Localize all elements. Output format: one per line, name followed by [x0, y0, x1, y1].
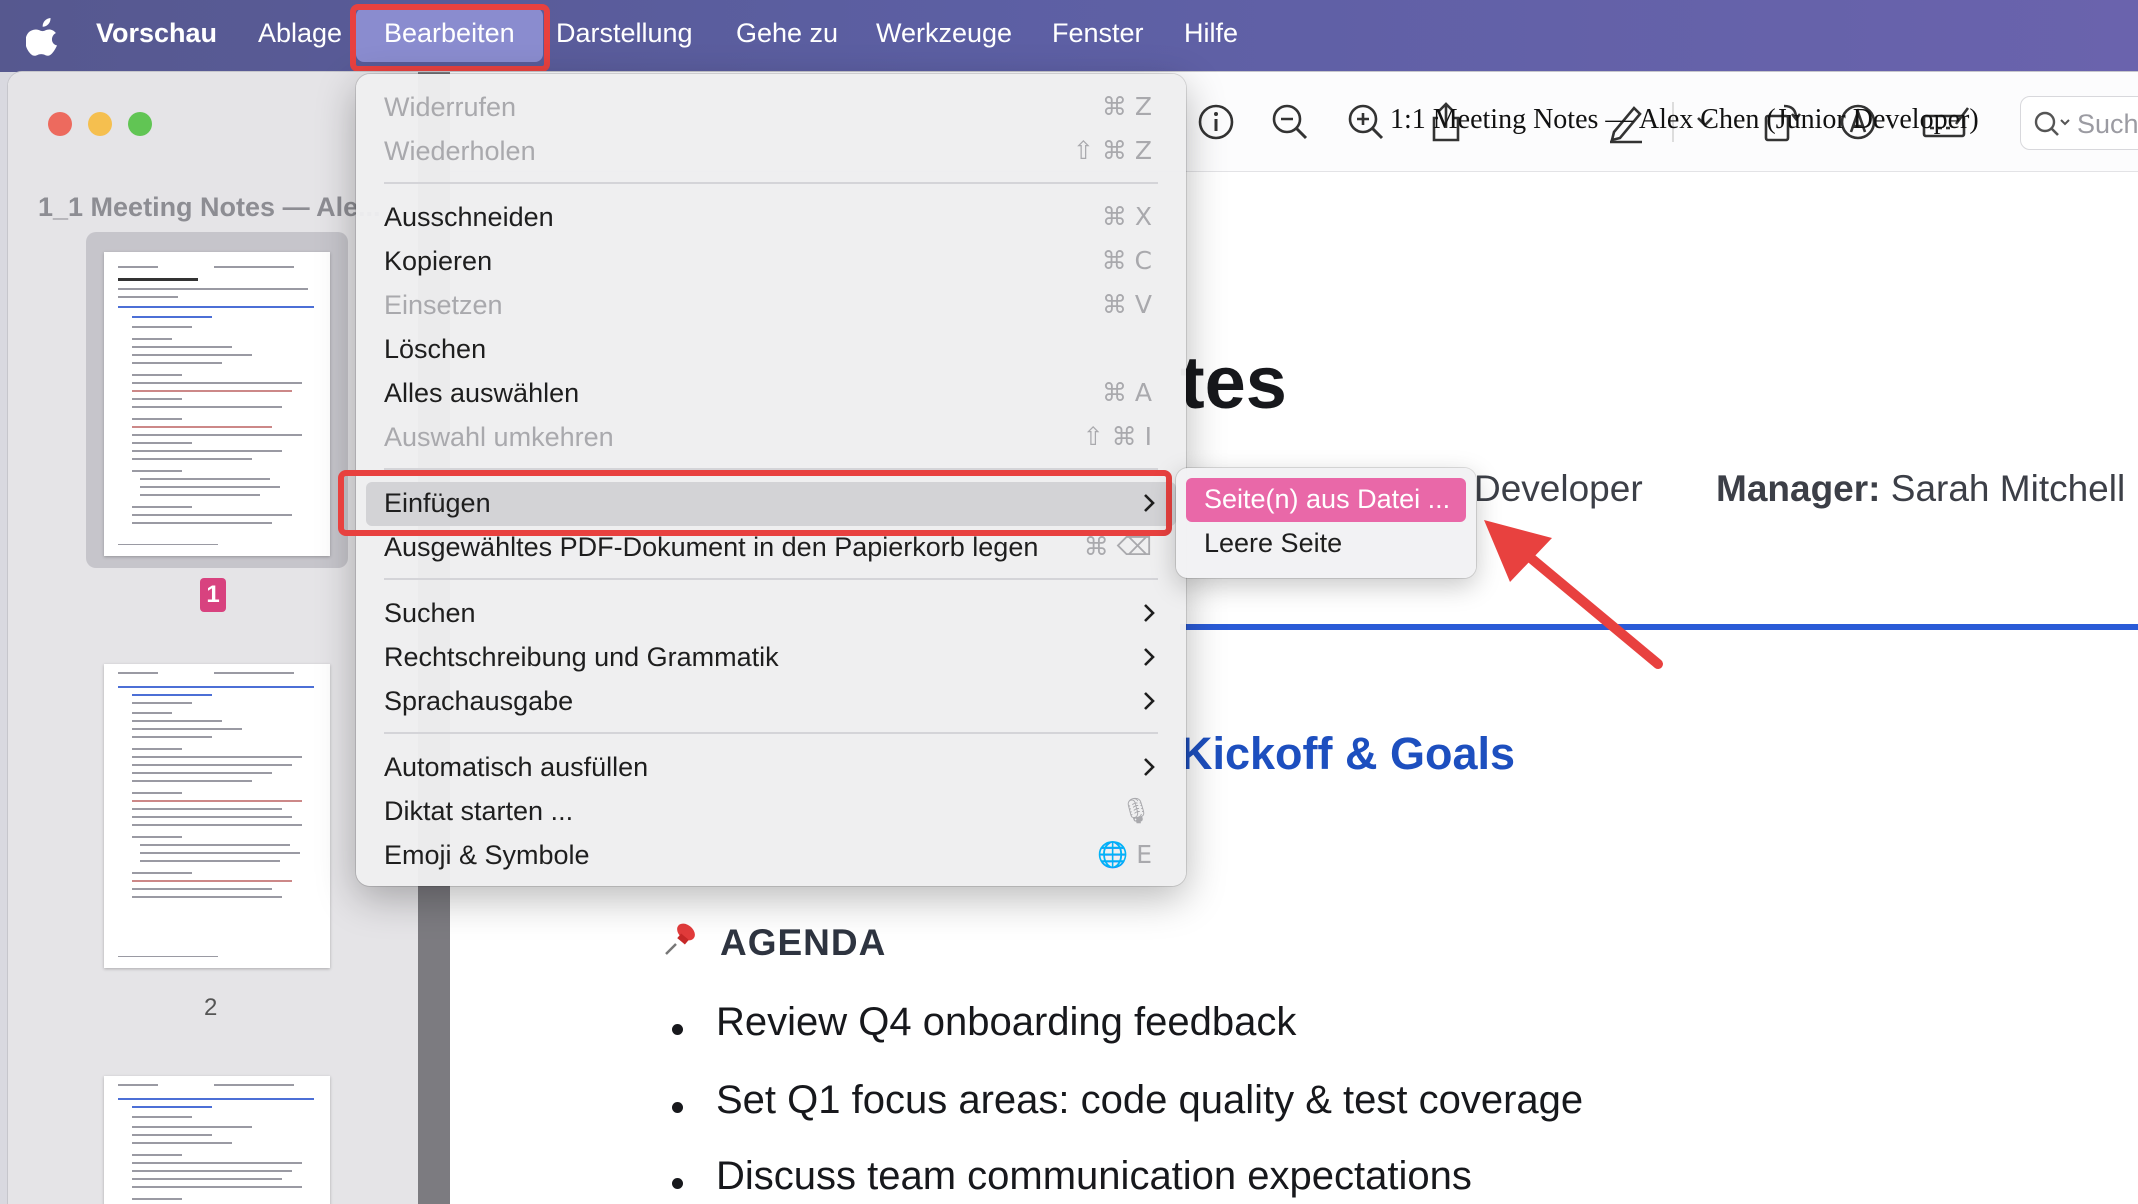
agenda-item: Discuss team communication expectations [716, 1154, 1472, 1198]
role-value: Developer [1474, 468, 1643, 509]
menu-app-name[interactable]: Vorschau [96, 0, 217, 72]
zoom-window-button[interactable] [128, 112, 152, 136]
menu-item-rechtschreibung[interactable]: Rechtschreibung und Grammatik [356, 636, 1186, 680]
menu-item-pdf-papierkorb[interactable]: Ausgewähltes PDF-Dokument in den Papierk… [356, 526, 1186, 570]
menu-item-emoji-symbole[interactable]: Emoji & Symbole 🌐 E [356, 834, 1186, 878]
menu-item-wiederholen[interactable]: Wiederholen ⇧ ⌘ Z [356, 130, 1186, 174]
menu-item-auswahl-umkehren[interactable]: Auswahl umkehren ⇧ ⌘ I [356, 416, 1186, 460]
chevron-right-icon [1144, 648, 1155, 666]
minimize-window-button[interactable] [88, 112, 112, 136]
bullet-dot [672, 1024, 683, 1035]
menu-separator [384, 182, 1158, 184]
search-field[interactable]: Suche [2020, 96, 2138, 150]
submenu-item-leere-seite[interactable]: Leere Seite [1204, 528, 1342, 559]
menu-ablage[interactable]: Ablage [258, 0, 342, 72]
zoom-in-icon[interactable] [1344, 100, 1388, 144]
info-icon[interactable] [1194, 100, 1238, 144]
menu-werkzeuge[interactable]: Werkzeuge [876, 0, 1012, 72]
document-title: tes [1180, 341, 1287, 424]
apple-logo-icon[interactable] [26, 16, 62, 56]
menu-item-diktat-starten[interactable]: Diktat starten ... 🎙 [356, 790, 1186, 834]
menu-bearbeiten[interactable]: Bearbeiten [356, 8, 543, 62]
menu-bar: Vorschau Ablage Bearbeiten Darstellung G… [0, 0, 2138, 72]
menu-fenster[interactable]: Fenster [1052, 0, 1144, 72]
manager-line: Manager: Sarah Mitchell [1716, 468, 2125, 510]
menu-gehe-zu[interactable]: Gehe zu [736, 0, 838, 72]
manager-label: Manager: [1716, 468, 1881, 509]
menu-item-automatisch-ausfuellen[interactable]: Automatisch ausfüllen [356, 746, 1186, 790]
menu-separator [384, 468, 1158, 470]
insert-submenu: Seite(n) aus Datei ... Leere Seite [1176, 468, 1476, 578]
menu-item-alles-auswaehlen[interactable]: Alles auswählen ⌘ A [356, 372, 1186, 416]
pushpin-icon [665, 923, 695, 955]
page-thumbnail-3[interactable] [104, 1076, 330, 1204]
menu-hilfe[interactable]: Hilfe [1184, 0, 1238, 72]
document-header: 1:1 Meeting Notes — Alex Chen (Junior De… [1390, 104, 1979, 135]
submenu-item-seiten-aus-datei[interactable]: Seite(n) aus Datei ... [1204, 484, 1450, 515]
menu-item-widerrufen[interactable]: Widerrufen ⌘ Z [356, 86, 1186, 130]
zoom-out-icon[interactable] [1268, 100, 1312, 144]
page-number-badge: 1 [200, 578, 226, 612]
edit-menu-dropdown: Widerrufen ⌘ Z Wiederholen ⇧ ⌘ Z Ausschnei… [356, 74, 1186, 886]
manager-name: Sarah Mitchell [1890, 468, 2126, 509]
menu-darstellung[interactable]: Darstellung [556, 0, 693, 72]
menu-item-ausschneiden[interactable]: Ausschneiden ⌘ X [356, 196, 1186, 240]
agenda-item: Set Q1 focus areas: code quality & test … [716, 1078, 1584, 1122]
chevron-right-icon [1144, 758, 1155, 776]
menu-item-einfuegen[interactable]: Einfügen [366, 482, 1176, 526]
menu-separator [384, 732, 1158, 734]
search-placeholder: Suche [2077, 109, 2138, 139]
page-thumbnail-1[interactable] [104, 252, 330, 556]
bullet-dot [672, 1102, 683, 1113]
menu-item-kopieren[interactable]: Kopieren ⌘ C [356, 240, 1186, 284]
section-heading: Kickoff & Goals [1180, 728, 1516, 779]
bullet-dot [672, 1178, 683, 1189]
chevron-right-icon [1144, 494, 1155, 512]
agenda-item: Review Q4 onboarding feedback [716, 1000, 1297, 1044]
microphone-icon: 🎙 [1120, 796, 1152, 825]
page-thumbnail-2[interactable] [104, 664, 330, 968]
menu-item-suchen[interactable]: Suchen [356, 592, 1186, 636]
search-icon [2034, 111, 2070, 136]
agenda-heading: AGENDA [720, 922, 887, 963]
sidebar-document-title: 1_1 Meeting Notes — Ale... [38, 192, 381, 222]
menu-item-einsetzen[interactable]: Einsetzen ⌘ V [356, 284, 1186, 328]
page-number-label: 2 [204, 994, 218, 1021]
chevron-right-icon [1144, 604, 1155, 622]
callout-arrow-icon [1484, 520, 1663, 669]
menu-separator [384, 578, 1158, 580]
close-window-button[interactable] [48, 112, 72, 136]
globe-icon: 🌐 E [1097, 840, 1152, 869]
chevron-right-icon [1144, 692, 1155, 710]
menu-item-sprachausgabe[interactable]: Sprachausgabe [356, 680, 1186, 724]
menu-item-loeschen[interactable]: Löschen [356, 328, 1186, 372]
